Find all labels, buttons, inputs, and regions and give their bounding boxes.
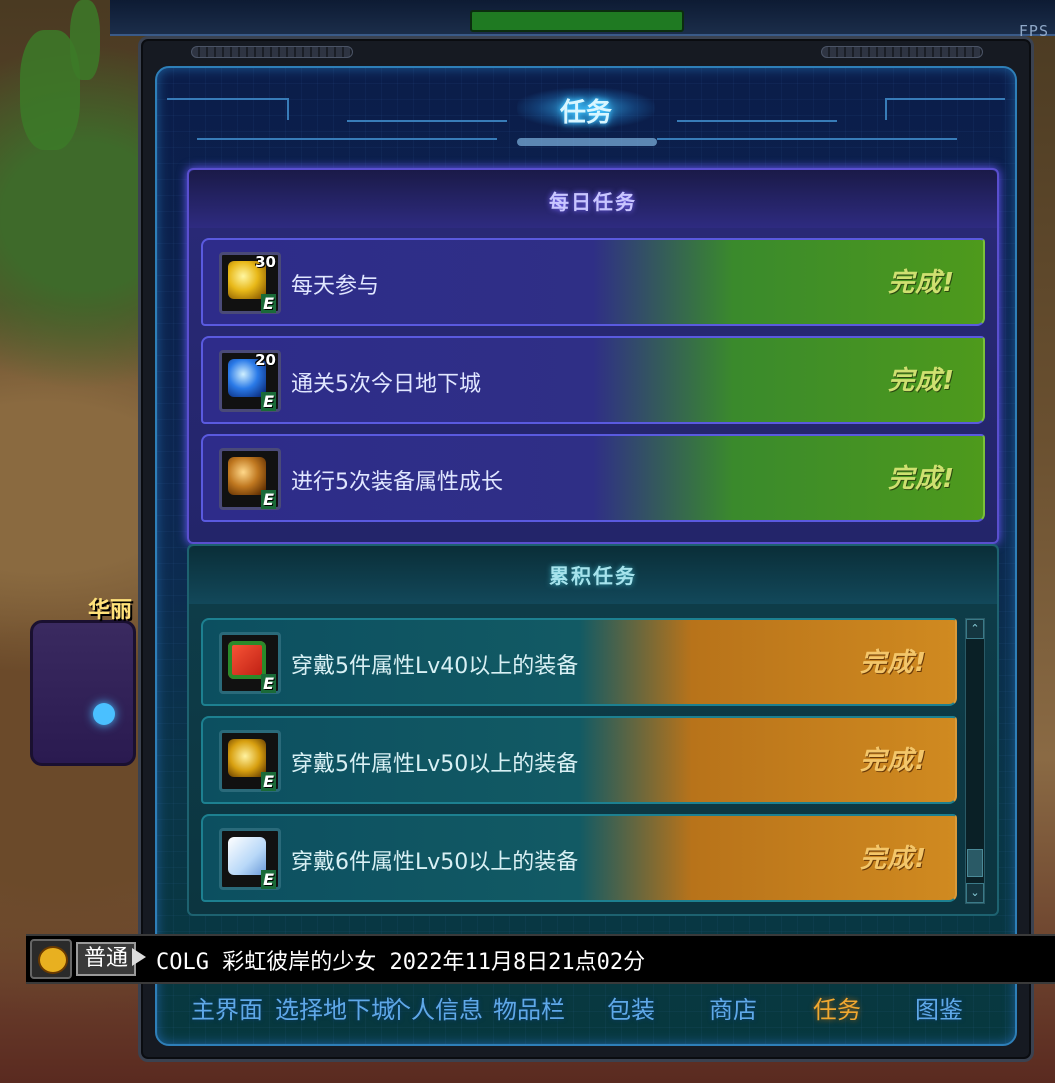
npc-name-fragment: 华丽: [88, 598, 133, 623]
vine-decoration: [70, 0, 100, 80]
chat-bar: 普通 COLG 彩虹彼岸的少女 2022年11月8日21点02分: [26, 934, 1055, 984]
daily-quests-title: 每日任务: [549, 190, 637, 214]
scroll-up-button[interactable]: ⌃: [966, 619, 984, 639]
mascot-icon[interactable]: [30, 939, 72, 979]
reward-icon: E: [219, 632, 281, 694]
quest-status: 完成!: [888, 366, 955, 396]
quest-label: 穿戴6件属性Lv50以上的装备: [291, 850, 579, 875]
quest-status: 完成!: [888, 268, 955, 298]
frame-slot: [821, 46, 983, 58]
hp-bar: [470, 10, 684, 32]
quest-label: 穿戴5件属性Lv40以上的装备: [291, 654, 579, 679]
scene-object: [30, 620, 136, 766]
reward-icon: E: [219, 828, 281, 890]
bottom-nav: 主界面 选择地下城 个人信息 物品栏 包装 商店 任务 图鉴: [155, 982, 1013, 1032]
scroll-down-button[interactable]: ⌄: [966, 883, 984, 903]
quest-status: 完成!: [860, 844, 927, 874]
chat-message: COLG 彩虹彼岸的少女 2022年11月8日21点02分: [156, 950, 646, 975]
daily-quest-row[interactable]: 20 E 通关5次今日地下城 完成!: [201, 336, 985, 424]
scroll-thumb[interactable]: [967, 849, 983, 877]
reward-icon: 30 E: [219, 252, 281, 314]
quest-scrollbar[interactable]: ⌃ ⌄: [965, 618, 985, 904]
nav-quests[interactable]: 任务: [813, 990, 861, 1025]
cumulative-quest-row[interactable]: E 穿戴6件属性Lv50以上的装备 完成!: [201, 814, 957, 902]
cumulative-quests-section: 累积任务 E 穿戴5件属性Lv40以上的装备 完成! E 穿戴5件属性Lv50以…: [187, 544, 999, 916]
nav-package[interactable]: 包装: [607, 990, 655, 1025]
frame-slot: [191, 46, 353, 58]
daily-quests-section: 每日任务 30 E 每天参与 完成! 20 E 通关5次今日地下城 完成! E: [187, 168, 999, 544]
reward-icon: E: [219, 448, 281, 510]
quest-label: 进行5次装备属性成长: [291, 470, 503, 495]
nav-shop[interactable]: 商店: [709, 990, 757, 1025]
nav-main[interactable]: 主界面: [191, 990, 263, 1025]
quest-label: 通关5次今日地下城: [291, 372, 481, 397]
quest-panel: 任务 每日任务 30 E 每天参与 完成! 20 E 通关5次今日地下城 完成!: [155, 66, 1017, 1046]
nav-inventory[interactable]: 物品栏: [493, 990, 565, 1025]
cumulative-quests-title: 累积任务: [549, 564, 637, 588]
nav-codex[interactable]: 图鉴: [915, 990, 963, 1025]
daily-quest-row[interactable]: E 进行5次装备属性成长 完成!: [201, 434, 985, 522]
channel-arrow-icon: [132, 948, 146, 966]
cumulative-quest-row[interactable]: E 穿戴5件属性Lv40以上的装备 完成!: [201, 618, 957, 706]
quest-status: 完成!: [860, 746, 927, 776]
quest-status: 完成!: [888, 464, 955, 494]
title-underline: [517, 138, 657, 146]
quest-label: 每天参与: [291, 274, 380, 299]
quest-label: 穿戴5件属性Lv50以上的装备: [291, 752, 579, 777]
nav-dungeon-select[interactable]: 选择地下城: [275, 990, 395, 1025]
daily-quest-row[interactable]: 30 E 每天参与 完成!: [201, 238, 985, 326]
reward-icon: E: [219, 730, 281, 792]
reward-icon: 20 E: [219, 350, 281, 412]
cumulative-quest-row[interactable]: E 穿戴5件属性Lv50以上的装备 完成!: [201, 716, 957, 804]
top-status-bar: [110, 0, 1055, 36]
quest-status: 完成!: [860, 648, 927, 678]
nav-profile[interactable]: 个人信息: [387, 990, 483, 1025]
window-title: 任务: [559, 98, 612, 128]
chat-channel[interactable]: 普通: [76, 942, 137, 976]
